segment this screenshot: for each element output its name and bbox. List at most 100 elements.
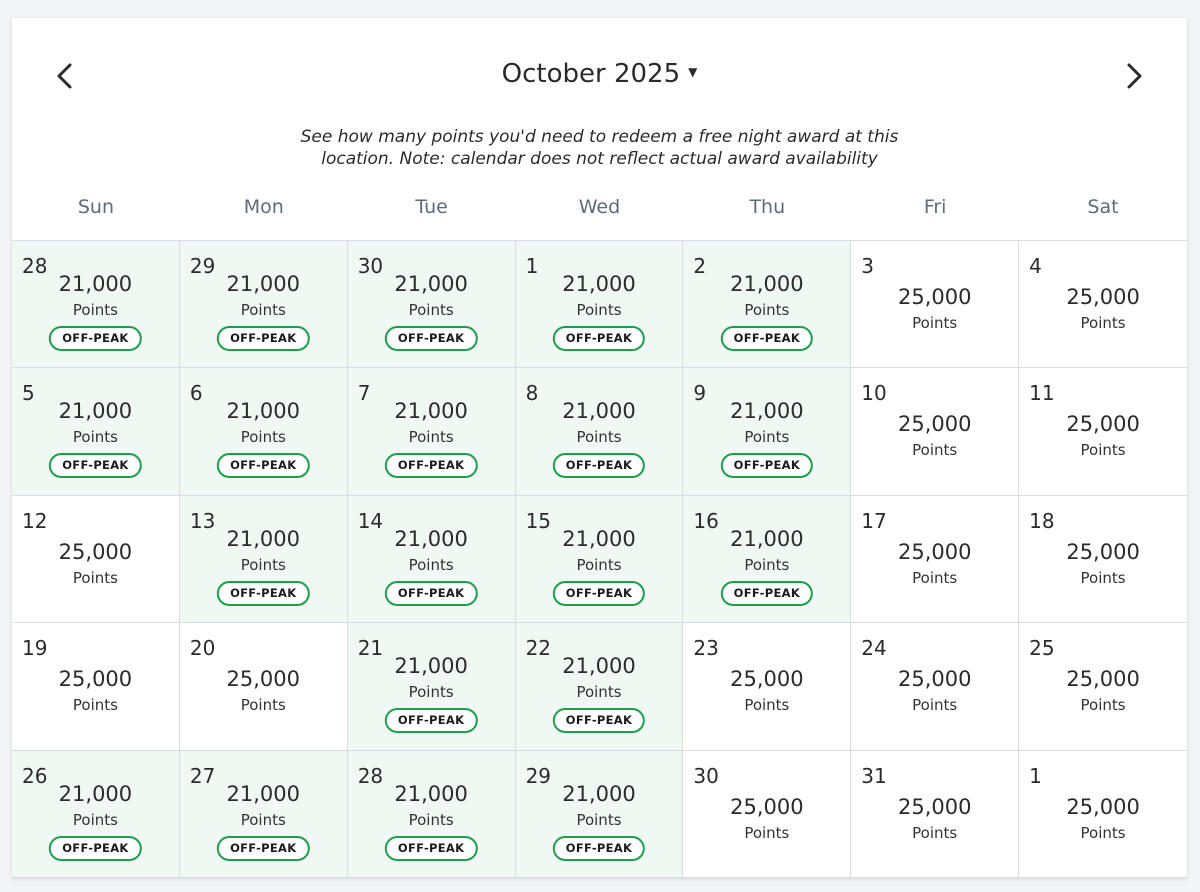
points-label: Points: [1080, 441, 1126, 460]
points-value: 21,000: [58, 272, 133, 296]
points-label: Points: [576, 301, 622, 319]
weekday-tue: Tue: [415, 196, 448, 218]
calendar-day-cell[interactable]: 6 21,000 Points OFF-PEAK: [179, 368, 348, 496]
day-number: 23: [693, 636, 719, 661]
points-value: 21,000: [562, 399, 636, 424]
calendar-day-cell[interactable]: 11 25,000 Points: [1019, 368, 1187, 496]
calendar-disclaimer: See how many points you'd need to redeem…: [12, 126, 1187, 170]
calendar-day-cell[interactable]: 8 21,000 Points OFF-PEAK: [515, 368, 684, 496]
month-selector[interactable]: October 2025 ▼: [12, 56, 1187, 93]
points-label: Points: [72, 810, 118, 829]
off-peak-badge: OFF-PEAK: [217, 326, 310, 351]
calendar-day-cell[interactable]: 15 21,000 Points OFF-PEAK: [515, 495, 684, 624]
points-value: 21,000: [562, 781, 636, 806]
points-value: 21,000: [226, 272, 301, 296]
calendar-day-cell[interactable]: 28 21,000 Points OFF-PEAK: [347, 750, 516, 878]
calendar-day-cell[interactable]: 18 25,000 Points: [1019, 495, 1187, 624]
calendar-day-cell[interactable]: 7 21,000 Points OFF-PEAK: [347, 368, 516, 496]
day-number: 24: [861, 636, 887, 661]
chevron-right-icon: [1127, 63, 1142, 89]
calendar-day-cell[interactable]: 25 25,000 Points: [1019, 623, 1187, 751]
calendar-day-cell[interactable]: 26 21,000 Points OFF-PEAK: [12, 750, 180, 878]
points-label: Points: [744, 428, 790, 447]
points-label: Points: [408, 810, 454, 829]
calendar-day-cell[interactable]: 3 25,000 Points: [851, 241, 1020, 369]
points-value: 25,000: [897, 667, 972, 692]
calendar-day-cell[interactable]: 16 21,000 Points OFF-PEAK: [683, 495, 852, 624]
calendar-day-cell[interactable]: 19 25,000 Points: [12, 623, 180, 751]
calendar-day-cell[interactable]: 28 21,000 Points OFF-PEAK: [12, 241, 180, 369]
points-value: 25,000: [58, 667, 133, 692]
points-value: 25,000: [1066, 667, 1140, 692]
off-peak-badge: OFF-PEAK: [49, 835, 142, 861]
calendar-day-cell[interactable]: 10 25,000 Points: [851, 368, 1020, 496]
points-label: Points: [912, 823, 958, 842]
points-label: Points: [1080, 823, 1126, 842]
points-label: Points: [576, 810, 622, 829]
calendar-day-cell[interactable]: 29 21,000 Points OFF-PEAK: [179, 241, 348, 369]
points-label: Points: [912, 314, 958, 332]
weekday-sun: Sun: [77, 196, 114, 218]
calendar-day-cell[interactable]: 21 21,000 Points OFF-PEAK: [347, 623, 516, 751]
points-label: Points: [72, 696, 118, 715]
points-value: 21,000: [730, 272, 804, 296]
points-value: 25,000: [58, 539, 133, 564]
off-peak-badge: OFF-PEAK: [552, 453, 646, 479]
points-value: 25,000: [1066, 412, 1140, 437]
points-value: 21,000: [394, 399, 468, 424]
points-label: Points: [240, 810, 286, 829]
points-label: Points: [72, 428, 118, 447]
calendar-day-cell[interactable]: 20 25,000 Points: [179, 623, 348, 751]
off-peak-badge: OFF-PEAK: [217, 835, 310, 861]
points-label: Points: [744, 823, 790, 842]
calendar-day-cell[interactable]: 5 21,000 Points OFF-PEAK: [12, 368, 180, 496]
calendar-day-cell[interactable]: 12 25,000 Points: [12, 495, 180, 624]
points-value: 21,000: [730, 399, 804, 424]
points-value: 21,000: [226, 399, 301, 424]
calendar-day-cell[interactable]: 9 21,000 Points OFF-PEAK: [683, 368, 852, 496]
calendar-day-cell[interactable]: 1 21,000 Points OFF-PEAK: [515, 241, 684, 369]
calendar-day-cell[interactable]: 31 25,000 Points: [851, 750, 1020, 878]
calendar-day-cell[interactable]: 22 21,000 Points OFF-PEAK: [515, 623, 684, 751]
points-value: 21,000: [394, 526, 468, 551]
points-label: Points: [72, 568, 118, 587]
points-value: 25,000: [730, 667, 804, 692]
calendar-day-cell[interactable]: 24 25,000 Points: [851, 623, 1020, 751]
off-peak-badge: OFF-PEAK: [384, 580, 478, 606]
calendar-day-cell[interactable]: 17 25,000 Points: [851, 495, 1020, 624]
weekday-header-row: Sun Mon Tue Wed Thu Fri Sat: [12, 190, 1187, 224]
points-value: 21,000: [562, 654, 636, 679]
weekday-fri: Fri: [923, 196, 947, 218]
off-peak-badge: OFF-PEAK: [552, 708, 646, 734]
points-value: 21,000: [394, 781, 468, 806]
off-peak-badge: OFF-PEAK: [384, 835, 478, 861]
points-value: 21,000: [226, 526, 301, 551]
day-number: 10: [861, 381, 887, 406]
calendar-day-cell[interactable]: 14 21,000 Points OFF-PEAK: [347, 495, 516, 624]
points-label: Points: [240, 301, 286, 319]
off-peak-badge: OFF-PEAK: [720, 580, 814, 606]
calendar-day-cell[interactable]: 2 21,000 Points OFF-PEAK: [683, 241, 852, 369]
calendar-day-cell[interactable]: 30 21,000 Points OFF-PEAK: [347, 241, 516, 369]
calendar-day-cell[interactable]: 4 25,000 Points: [1019, 241, 1187, 369]
day-number: 11: [1029, 381, 1055, 406]
off-peak-badge: OFF-PEAK: [552, 580, 646, 606]
day-number: 19: [22, 636, 48, 661]
weekday-wed: Wed: [578, 196, 621, 218]
next-month-button[interactable]: [1114, 56, 1154, 96]
day-number: 3: [861, 254, 875, 278]
points-label: Points: [1080, 696, 1126, 715]
points-label: Points: [744, 301, 790, 319]
points-label: Points: [240, 555, 286, 574]
calendar-day-cell[interactable]: 29 21,000 Points OFF-PEAK: [515, 750, 684, 878]
calendar-day-cell[interactable]: 27 21,000 Points OFF-PEAK: [179, 750, 348, 878]
award-calendar: October 2025 ▼ See how many points you'd …: [12, 18, 1187, 878]
calendar-day-cell[interactable]: 23 25,000 Points: [683, 623, 852, 751]
points-label: Points: [912, 568, 958, 587]
points-value: 25,000: [897, 539, 972, 564]
calendar-day-cell[interactable]: 1 25,000 Points: [1019, 750, 1187, 878]
day-number: 25: [1029, 636, 1055, 661]
day-number: 4: [1029, 254, 1042, 278]
calendar-day-cell[interactable]: 30 25,000 Points: [683, 750, 852, 878]
calendar-day-cell[interactable]: 13 21,000 Points OFF-PEAK: [179, 495, 348, 624]
